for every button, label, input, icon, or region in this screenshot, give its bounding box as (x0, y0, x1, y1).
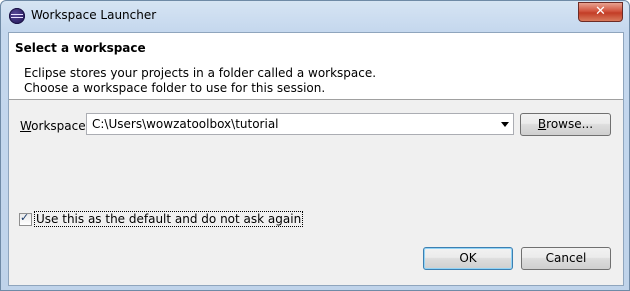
workspace-label-mnemonic: W (20, 119, 32, 133)
workspace-path-value[interactable]: C:\Users\wowzatoolbox\tutorial (92, 117, 279, 131)
title-bar[interactable]: Workspace Launcher ✕ (1, 1, 629, 31)
window-title: Workspace Launcher (31, 8, 157, 22)
checkmark-icon: ✓ (20, 211, 30, 224)
ok-button[interactable]: OK (423, 247, 513, 270)
dialog-client-area: Select a workspace Eclipse stores your p… (8, 32, 624, 286)
header-banner: Select a workspace Eclipse stores your p… (9, 33, 623, 100)
dialog-heading: Select a workspace (15, 41, 146, 55)
description-line-2: Choose a workspace folder to use for thi… (24, 81, 326, 95)
chevron-down-icon[interactable] (501, 122, 509, 127)
browse-button[interactable]: Browse... (520, 113, 611, 136)
browse-mnemonic: B (537, 117, 547, 131)
eclipse-icon (9, 8, 25, 24)
close-button[interactable]: ✕ (578, 2, 623, 22)
default-workspace-label[interactable]: Use this as the default and do not ask a… (33, 211, 304, 227)
description-line-1: Eclipse stores your projects in a folder… (24, 66, 377, 80)
workspace-launcher-window: Workspace Launcher ✕ Select a workspace … (0, 0, 630, 291)
workspace-combo[interactable]: C:\Users\wowzatoolbox\tutorial (86, 113, 514, 135)
close-icon: ✕ (595, 4, 606, 19)
workspace-label: Workspace: (20, 119, 90, 133)
workspace-label-rest: orkspace: (31, 119, 90, 133)
default-workspace-checkbox[interactable]: ✓ (19, 211, 32, 226)
cancel-button[interactable]: Cancel (521, 247, 611, 270)
browse-label-rest: rowse... (546, 117, 594, 131)
